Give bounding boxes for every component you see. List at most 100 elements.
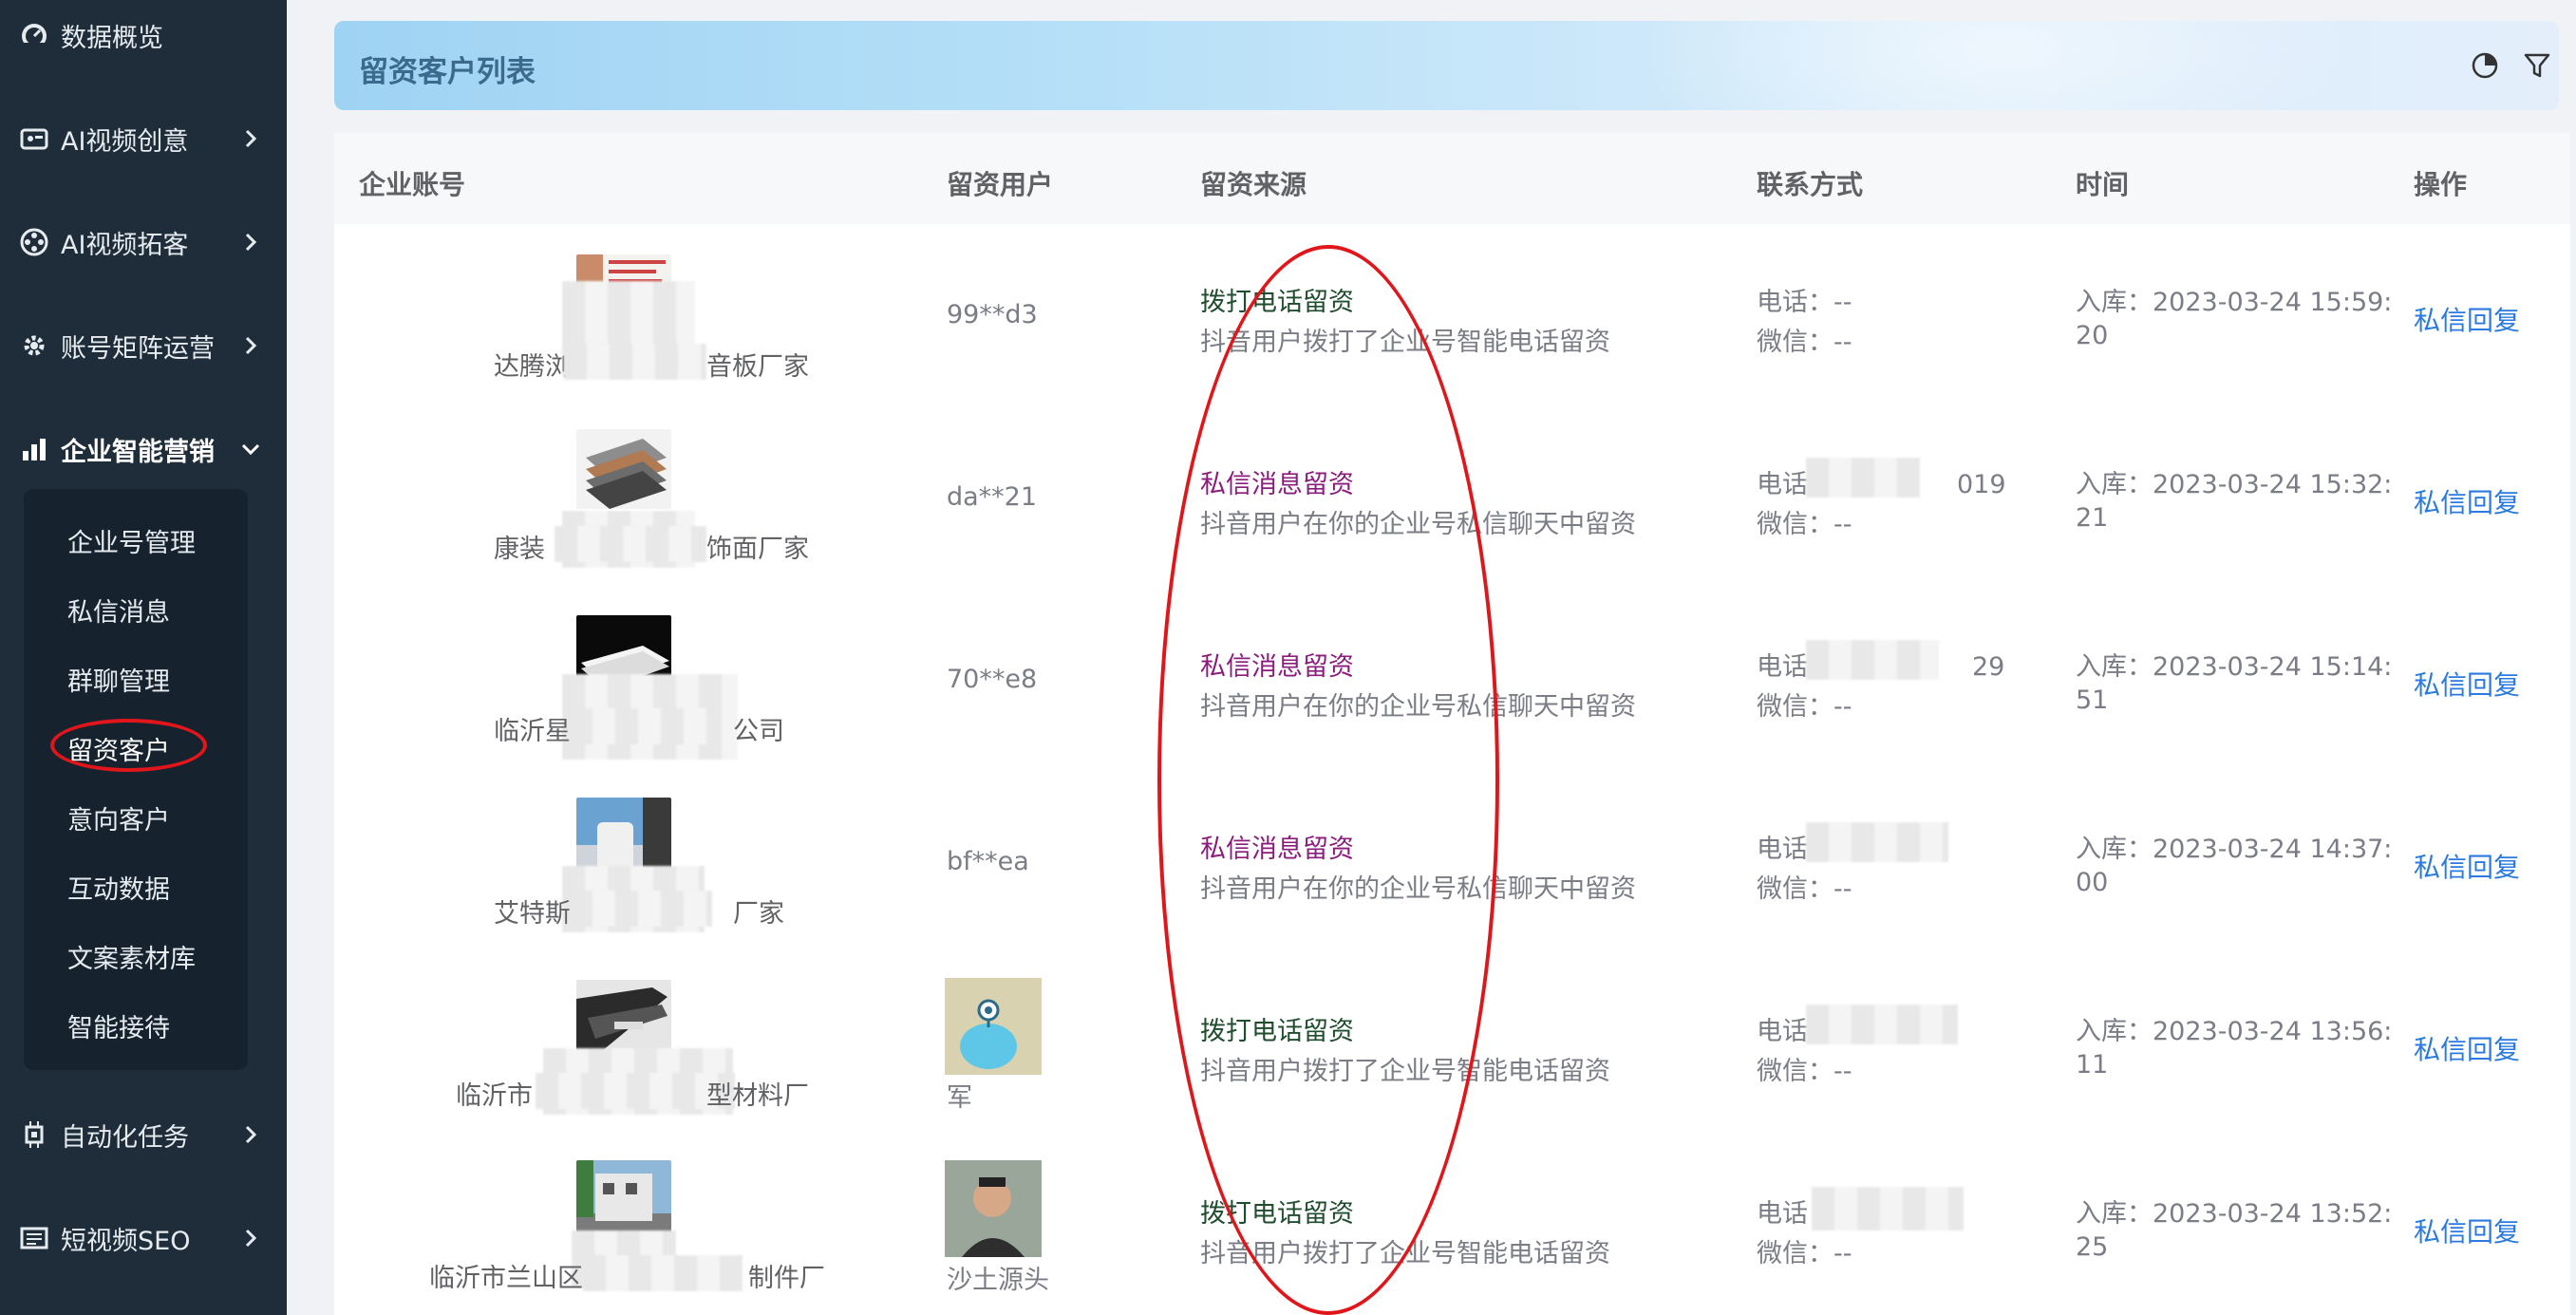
sidebar-item-ai-video-prospecting[interactable]: AI视频拓客 (0, 209, 287, 275)
account-name-suffix: 制件厂 (748, 1264, 825, 1293)
account-name-prefix: 康装 (494, 535, 545, 564)
account-name-suffix: 饰面厂家 (706, 535, 809, 564)
table-header-row: 企业账号 留资用户 留资来源 联系方式 时间 操作 (334, 133, 2570, 225)
sidebar-item-enterprise-marketing[interactable]: 企业智能营销 (0, 416, 287, 482)
lead-user-name: bf**ea (947, 847, 1029, 876)
account-name-suffix: 型材料厂 (706, 1081, 809, 1111)
lead-source-desc: 抖音用户拨打了企业号智能电话留资 (1200, 1057, 1610, 1086)
sidebar-item-label: AI视频创意 (61, 126, 189, 157)
column-header-action[interactable]: 操作 (2414, 164, 2467, 202)
chevron-right-icon (240, 1228, 261, 1249)
phone-label: 电话 (1757, 1199, 1808, 1229)
wechat-value: -- (1833, 1239, 1852, 1268)
reply-message-link[interactable]: 私信回复 (2414, 665, 2520, 703)
lead-user-name: 70**e8 (947, 665, 1038, 694)
sidebar-item-short-video-seo[interactable]: 短视频SEO (0, 1205, 287, 1271)
wechat-label: 微信： (1757, 328, 1833, 357)
account-name-suffix: 音板厂家 (706, 352, 809, 382)
privacy-blur (536, 1073, 735, 1109)
lead-user-name: 99**d3 (947, 300, 1038, 329)
table-row: 艾特斯 厂家 bf**ea 私信消息留资 抖音用户在你的企业号私信聊天中留资 电… (334, 771, 2570, 954)
lead-source-desc: 抖音用户拨打了企业号智能电话留资 (1200, 328, 1610, 357)
column-header-lead-source[interactable]: 留资来源 (1200, 164, 1307, 202)
lead-source-desc: 抖音用户在你的企业号私信聊天中留资 (1200, 692, 1636, 722)
submenu-item-interaction-data[interactable]: 互动数据 (67, 869, 170, 906)
reply-message-link[interactable]: 私信回复 (2414, 1029, 2520, 1067)
privacy-blur (1806, 1005, 1958, 1044)
table-row: 临沂市 型材料厂 军 拨打电话留资 抖音用户拨打了企业号智能电话留资 电话： 微… (334, 953, 2570, 1137)
privacy-blur (555, 526, 706, 562)
wechat-value: -- (1833, 1057, 1852, 1086)
sidebar-item-label: 自动化任务 (61, 1122, 189, 1153)
header-decoration (1635, 21, 2357, 110)
lead-user-name: 沙土源头 (947, 1266, 1049, 1295)
wechat-label: 微信： (1757, 874, 1833, 904)
wechat-value: -- (1833, 692, 1852, 722)
contact-wechat: 微信：-- (1757, 1050, 1852, 1087)
table-row: 临沂星 公司 70**e8 私信消息留资 抖音用户在你的企业号私信聊天中留资 电… (334, 589, 2570, 772)
lead-source-title: 私信消息留资 (1200, 835, 1354, 864)
account-name-suffix: 公司 (733, 717, 784, 746)
sidebar-item-data-overview[interactable]: 数据概览 (0, 2, 287, 68)
table-row: 康装 饰面厂家 da**21 私信消息留资 抖音用户在你的企业号私信聊天中留资 … (334, 406, 2570, 590)
reply-message-link[interactable]: 私信回复 (2414, 847, 2520, 885)
video-creative-icon (17, 122, 51, 156)
lead-source-title: 拨打电话留资 (1200, 1017, 1354, 1046)
sidebar-item-label: 数据概览 (61, 23, 163, 53)
time-line-2: 20 (2076, 321, 2109, 350)
sidebar-item-automation-tasks[interactable]: 自动化任务 (0, 1101, 287, 1168)
submenu-item-group-chat[interactable]: 群聊管理 (67, 661, 170, 698)
column-header-account[interactable]: 企业账号 (359, 164, 465, 202)
account-name-prefix: 临沂市 (456, 1081, 533, 1111)
chevron-right-icon (240, 335, 261, 356)
reply-message-link[interactable]: 私信回复 (2414, 1212, 2520, 1249)
page-title: 留资客户列表 (359, 55, 536, 89)
contact-phone: 电话：-- (1757, 281, 1852, 318)
column-header-time[interactable]: 时间 (2076, 164, 2129, 202)
privacy-blur (564, 344, 706, 380)
submenu-item-enterprise-accounts[interactable]: 企业号管理 (67, 522, 196, 559)
lead-source-title: 拨打电话留资 (1200, 1199, 1354, 1229)
submenu-item-private-messages[interactable]: 私信消息 (67, 592, 170, 629)
time-line-2: 25 (2076, 1232, 2109, 1262)
reply-message-link[interactable]: 私信回复 (2414, 300, 2520, 338)
wechat-label: 微信： (1757, 510, 1833, 539)
contact-wechat: 微信：-- (1757, 503, 1852, 540)
time-line-1: 入库：2023-03-24 13:56: (2076, 1017, 2393, 1046)
filter-icon[interactable] (2519, 47, 2555, 84)
contact-phone: 电话 (1757, 1193, 1808, 1230)
account-thumbnail (576, 429, 671, 509)
phone-value: 019 (1957, 470, 2006, 499)
account-name-prefix: 艾特斯 (494, 899, 571, 929)
sidebar-item-label: 账号矩阵运营 (61, 333, 215, 364)
chevron-right-icon (240, 232, 261, 253)
pie-chart-icon[interactable] (2467, 47, 2503, 84)
submenu-item-intent-customers[interactable]: 意向客户 (67, 799, 170, 836)
chevron-down-icon (240, 439, 261, 460)
submenu-item-copy-library[interactable]: 文案素材库 (67, 938, 196, 975)
wechat-label: 微信： (1757, 1057, 1833, 1086)
lead-source-desc: 抖音用户在你的企业号私信聊天中留资 (1200, 874, 1636, 904)
sidebar-item-ai-video-creative[interactable]: AI视频创意 (0, 105, 287, 172)
sidebar-item-account-matrix[interactable]: 账号矩阵运营 (0, 312, 287, 379)
lead-source-title: 私信消息留资 (1200, 652, 1354, 682)
sidebar-item-label: AI视频拓客 (61, 230, 189, 260)
wechat-value: -- (1833, 510, 1852, 539)
seo-panel-icon (17, 1221, 51, 1255)
privacy-blur (570, 891, 712, 927)
reply-message-link[interactable]: 私信回复 (2414, 482, 2520, 520)
lead-user-name: da**21 (947, 482, 1038, 512)
privacy-blur (1806, 822, 1948, 862)
contact-wechat: 微信：-- (1757, 686, 1852, 723)
time-line-2: 51 (2076, 686, 2109, 715)
list-header-card: 留资客户列表 (334, 21, 2559, 110)
phone-value: -- (1833, 288, 1852, 317)
bar-chart-icon (17, 432, 51, 466)
time-line-1: 入库：2023-03-24 14:37: (2076, 835, 2393, 864)
submenu-item-smart-reception[interactable]: 智能接待 (67, 1007, 170, 1044)
privacy-blur (1806, 458, 1920, 498)
column-header-lead-user[interactable]: 留资用户 (947, 164, 1053, 202)
chip-icon (17, 1118, 51, 1152)
annotation-circle (50, 719, 207, 772)
column-header-contact[interactable]: 联系方式 (1757, 164, 1863, 202)
